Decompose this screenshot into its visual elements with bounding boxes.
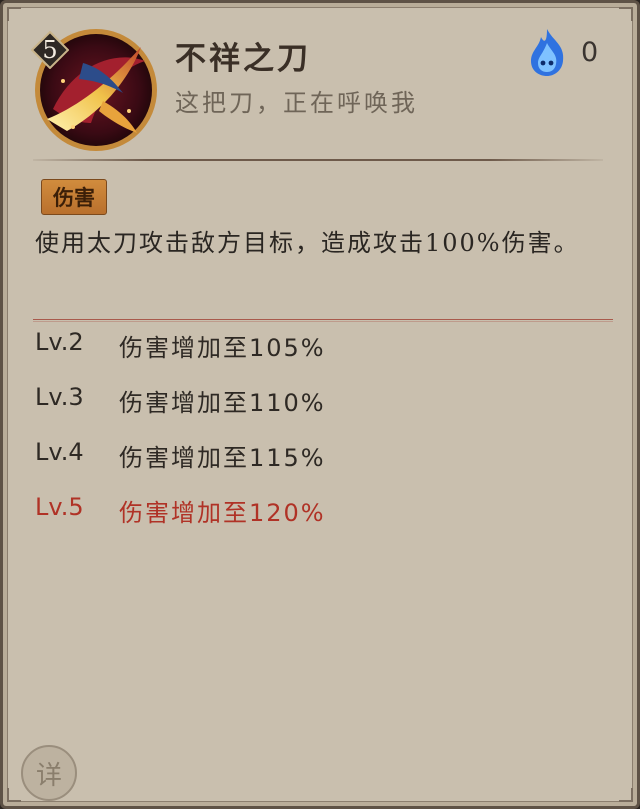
level-effect-row: Lv.3 伤害增加至110%: [35, 383, 326, 423]
skill-level-badge: 5: [31, 31, 69, 69]
level-effect-row: Lv.2 伤害增加至105%: [35, 328, 326, 368]
level-effect: 伤害增加至110%: [119, 389, 326, 417]
blue-ghost-fire-icon: [527, 27, 567, 77]
level-label: Lv.4: [35, 438, 84, 466]
level-effect: 伤害增加至120%: [119, 499, 326, 527]
section-divider: [33, 319, 613, 320]
frame-corner: [619, 7, 633, 21]
level-effect: 伤害增加至115%: [119, 444, 326, 472]
skill-level-value: 5: [42, 36, 58, 64]
header-divider: [33, 159, 603, 161]
skill-type-tag: 伤害: [41, 179, 107, 215]
ghost-fire-count: 0: [581, 37, 599, 68]
skill-detail-panel: 5 不祥之刀 这把刀，正在呼唤我 0 伤害 使用太刀攻击敌方目标，造成攻击100…: [0, 0, 640, 809]
frame-corner: [7, 7, 21, 21]
skill-name: 不祥之刀: [175, 41, 311, 77]
level-effect-row: Lv.4 伤害增加至115%: [35, 438, 326, 478]
frame-corner: [7, 788, 21, 802]
skill-description: 使用太刀攻击敌方目标，造成攻击100%伤害。: [35, 229, 580, 257]
level-effect-row-current: Lv.5 伤害增加至120%: [35, 493, 326, 533]
level-label: Lv.3: [35, 383, 84, 411]
level-label: Lv.5: [35, 493, 84, 521]
level-effect: 伤害增加至105%: [119, 334, 326, 362]
skill-subtitle: 这把刀，正在呼唤我: [175, 89, 418, 117]
frame-corner: [619, 788, 633, 802]
level-label: Lv.2: [35, 328, 84, 356]
detail-button[interactable]: 详: [21, 745, 77, 801]
